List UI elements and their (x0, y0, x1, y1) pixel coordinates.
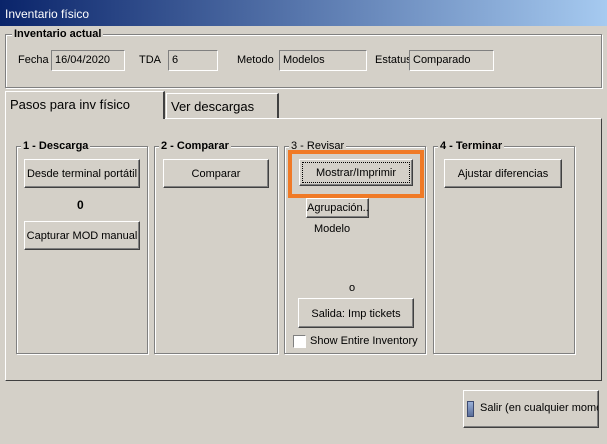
desde-terminal-label: Desde terminal portátil (26, 168, 138, 180)
fecha-field: 16/04/2020 (51, 50, 125, 71)
step-comparar-group: 2 - Comparar Comparar (154, 140, 278, 354)
agrupacion-value: Modelo (314, 223, 351, 235)
descarga-count: 0 (77, 198, 84, 212)
salida-imp-tickets-label: Salida: Imp tickets (311, 308, 401, 320)
tab-ver-descargas-label: Ver descargas (171, 99, 255, 114)
main-window: Inventario actual Fecha 16/04/2020 TDA 6… (0, 26, 607, 444)
step-revisar-group: 3 - Revisar Mostrar/Imprimir Agrupación.… (284, 140, 426, 354)
salir-button[interactable]: Salir (en cualquier momento) (463, 390, 599, 428)
tab-ver-descargas[interactable]: Ver descargas (166, 93, 279, 119)
window-title-bar: Inventario físico (0, 0, 607, 26)
inventario-actual-title: Inventario actual (12, 28, 104, 40)
capturar-mod-button[interactable]: Capturar MOD manual (24, 221, 140, 250)
revisar-count: o (349, 282, 356, 294)
agrupacion-button[interactable]: Agrupación.. (306, 198, 369, 218)
desde-terminal-button[interactable]: Desde terminal portátil (24, 159, 140, 188)
exit-door-icon (467, 401, 474, 417)
agrupacion-label: Agrupación.. (307, 202, 369, 214)
tab-panel-pasos: 1 - Descarga Desde terminal portátil 0 C… (5, 118, 602, 381)
mostrar-imprimir-label: Mostrar/Imprimir (315, 167, 397, 179)
tab-pasos-inv-fisico[interactable]: Pasos para inv físico (5, 91, 165, 119)
metodo-field: Modelos (279, 50, 367, 71)
step-terminar-title: 4 - Terminar (438, 140, 505, 152)
step-terminar-group: 4 - Terminar Ajustar diferencias (433, 140, 575, 354)
step-revisar-title: 3 - Revisar (289, 140, 347, 152)
step-descarga-group: 1 - Descarga Desde terminal portátil 0 C… (16, 140, 148, 354)
tda-label: TDA (139, 54, 161, 66)
ajustar-diferencias-button[interactable]: Ajustar diferencias (444, 159, 562, 188)
estatus-label: Estatus (375, 54, 412, 66)
comparar-button[interactable]: Comparar (163, 159, 269, 188)
mostrar-imprimir-button[interactable]: Mostrar/Imprimir (299, 159, 413, 186)
capturar-mod-label: Capturar MOD manual (26, 230, 138, 242)
step-comparar-title: 2 - Comparar (159, 140, 231, 152)
comparar-label: Comparar (191, 168, 241, 180)
estatus-field: Comparado (409, 50, 494, 71)
salida-imp-tickets-button[interactable]: Salida: Imp tickets (298, 298, 414, 328)
metodo-label: Metodo (237, 54, 274, 66)
show-entire-inventory-label[interactable]: Show Entire Inventory (310, 335, 418, 347)
inventario-actual-group: Inventario actual Fecha 16/04/2020 TDA 6… (5, 28, 602, 88)
show-entire-inventory-checkbox[interactable] (293, 335, 306, 348)
salir-label: Salir (en cualquier momento) (480, 402, 598, 414)
window-title: Inventario físico (5, 7, 90, 21)
fecha-label: Fecha (18, 54, 49, 66)
ajustar-diferencias-label: Ajustar diferencias (457, 168, 549, 180)
tab-pasos-label: Pasos para inv físico (10, 97, 130, 112)
step-descarga-title: 1 - Descarga (21, 140, 91, 152)
tda-field: 6 (168, 50, 218, 71)
